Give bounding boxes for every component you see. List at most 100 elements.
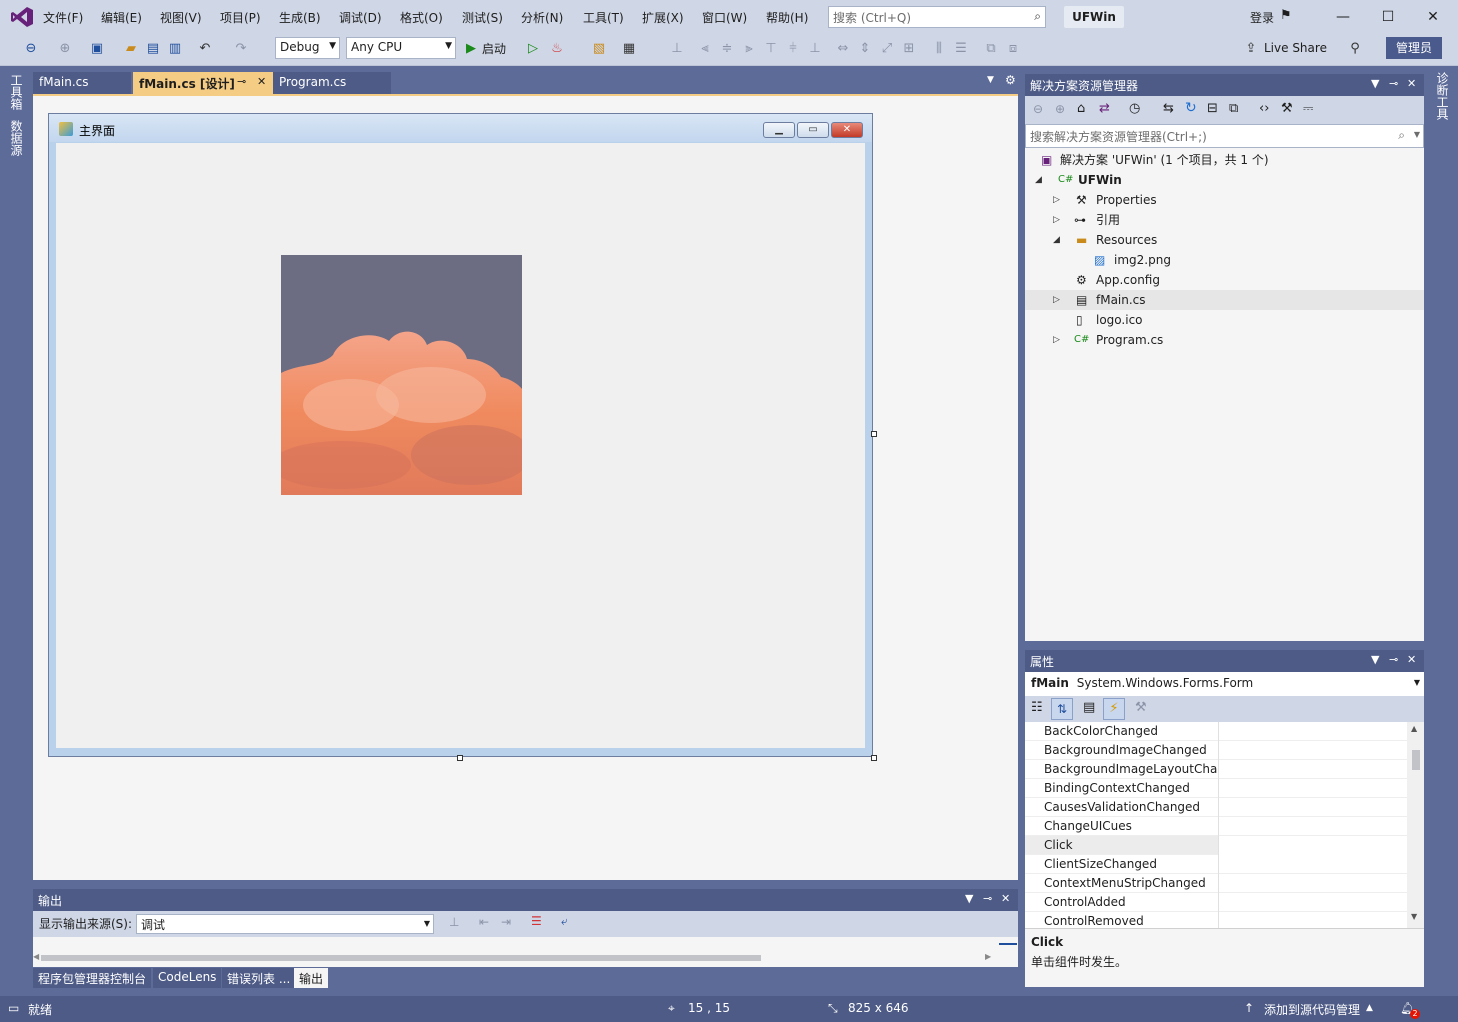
sync-icon[interactable]: ⇆	[1163, 101, 1174, 116]
horizontal-scrollbar-thumb[interactable]	[41, 955, 761, 961]
align-left-icon[interactable]: ⫷	[696, 40, 714, 58]
make-same-height-icon[interactable]: ⇕	[856, 40, 874, 58]
align-bottom-icon[interactable]: ⊥	[806, 40, 824, 58]
collapse-arrow-icon[interactable]: ◢	[1035, 170, 1042, 190]
minimize-icon[interactable]: —	[1328, 5, 1358, 29]
scroll-left-icon[interactable]: ◀	[33, 952, 39, 961]
tab-fmain-designer[interactable]: fMain.cs [设计] ⊸ ✕	[133, 72, 273, 94]
preview-icon[interactable]: ⎓	[1303, 101, 1313, 116]
tree-item-resources[interactable]: ◢ ▬ Resources	[1025, 230, 1424, 250]
event-value[interactable]	[1218, 912, 1407, 928]
tab-error-list[interactable]: 错误列表 ...	[222, 968, 296, 988]
feedback-icon[interactable]: ⚑	[1280, 8, 1292, 23]
tab-codelens[interactable]: CodeLens	[153, 968, 222, 988]
tree-item-img2[interactable]: ▨ img2.png	[1025, 250, 1424, 270]
bring-to-front-icon[interactable]: ⧉	[982, 40, 1000, 58]
home-icon[interactable]: ⌂	[1077, 101, 1085, 116]
live-share-button[interactable]: Live Share	[1264, 41, 1327, 55]
event-row[interactable]: BindingContextChanged	[1025, 779, 1407, 798]
close-tab-icon[interactable]: ✕	[257, 75, 266, 88]
menu-edit[interactable]: 编辑(E)	[101, 9, 142, 26]
alphabetical-icon[interactable]: ⇅	[1051, 698, 1073, 720]
event-value[interactable]	[1218, 760, 1407, 779]
chevron-down-icon[interactable]: ▼	[1414, 678, 1420, 687]
solution-explorer-icon[interactable]: ▧	[590, 40, 608, 58]
settings-gear-icon[interactable]: ⚙	[1005, 73, 1016, 87]
panel-dropdown-icon[interactable]: ▼	[1371, 77, 1379, 90]
align-right-icon[interactable]: ⫸	[740, 40, 758, 58]
event-value[interactable]	[1218, 855, 1407, 874]
align-middle-icon[interactable]: ⫩	[784, 40, 802, 58]
expand-arrow-icon[interactable]: ▷	[1053, 190, 1060, 210]
menu-analyze[interactable]: 分析(N)	[521, 9, 563, 26]
events-lightning-icon[interactable]: ⚡	[1103, 698, 1125, 720]
send-to-back-icon[interactable]: ⧈	[1004, 40, 1022, 58]
open-file-icon[interactable]: ▰	[122, 40, 140, 58]
menu-test[interactable]: 测试(S)	[462, 9, 503, 26]
start-without-debugging-icon[interactable]: ▷	[524, 40, 542, 58]
menu-project[interactable]: 项目(P)	[220, 9, 261, 26]
start-button[interactable]: 启动	[482, 40, 506, 57]
event-value[interactable]	[1218, 779, 1407, 798]
scrollbar-thumb[interactable]	[1412, 750, 1420, 770]
event-row[interactable]: ControlRemoved	[1025, 912, 1407, 928]
back-icon[interactable]: ⊖	[22, 40, 40, 58]
toolbox-tab[interactable]: 工具箱	[8, 74, 25, 110]
previous-message-icon[interactable]: ⇤	[479, 915, 489, 929]
align-center-icon[interactable]: ≑	[718, 40, 736, 58]
object-selector[interactable]: fMain System.Windows.Forms.Form ▼	[1025, 672, 1424, 696]
diagnostic-tools-tab[interactable]: 诊断工具	[1434, 72, 1451, 120]
properties-wrench-icon[interactable]: ⚒	[1281, 101, 1293, 116]
menu-help[interactable]: 帮助(H)	[766, 9, 808, 26]
properties-scrollbar[interactable]: ▲ ▼	[1407, 722, 1424, 928]
data-sources-tab[interactable]: 数据源	[8, 120, 25, 156]
maximize-icon[interactable]: ☐	[1373, 5, 1403, 29]
panel-dropdown-icon[interactable]: ▼	[965, 892, 973, 905]
menu-file[interactable]: 文件(F)	[43, 9, 83, 26]
event-row[interactable]: ClientSizeChanged	[1025, 855, 1407, 874]
tree-item-project[interactable]: ◢ C# UFWin	[1025, 170, 1424, 190]
make-same-size-icon[interactable]: ⤢	[878, 40, 896, 58]
platform-select[interactable]: Any CPU ▼	[346, 37, 456, 59]
vertical-spacing-icon[interactable]: ☰	[952, 40, 970, 58]
collapse-arrow-icon[interactable]: ◢	[1053, 230, 1060, 250]
make-same-width-icon[interactable]: ⇔	[834, 40, 852, 58]
clear-all-icon[interactable]: ☰	[531, 914, 542, 928]
forward-icon[interactable]: ⊕	[56, 40, 74, 58]
scroll-down-icon[interactable]: ▼	[1411, 912, 1417, 921]
properties-view-icon[interactable]: ▤	[1083, 700, 1095, 715]
align-top-icon[interactable]: ⊤	[762, 40, 780, 58]
close-icon[interactable]: ✕	[1407, 77, 1416, 90]
refresh-icon[interactable]: ↻	[1185, 100, 1197, 116]
new-project-icon[interactable]: ▣	[88, 40, 106, 58]
pin-icon[interactable]: ⊸	[237, 75, 246, 88]
tab-output[interactable]: 输出	[294, 968, 329, 988]
chevron-down-icon[interactable]: ▼	[1414, 130, 1420, 139]
admin-badge[interactable]: 管理员	[1386, 37, 1442, 59]
view-code-icon[interactable]: ‹›	[1259, 101, 1269, 116]
menu-tools[interactable]: 工具(T)	[583, 9, 624, 26]
close-icon[interactable]: ✕	[1407, 653, 1416, 666]
tree-item-app-config[interactable]: ⚙ App.config	[1025, 270, 1424, 290]
event-row[interactable]: ControlAdded	[1025, 893, 1407, 912]
add-to-source-control-button[interactable]: 添加到源代码管理	[1264, 1001, 1360, 1018]
event-row[interactable]: BackColorChanged	[1025, 722, 1407, 741]
collapse-all-icon[interactable]: ⊟	[1207, 101, 1218, 116]
form-client-area[interactable]	[56, 143, 865, 748]
tree-item-solution[interactable]: ▣ 解决方案 'UFWin' (1 个项目，共 1 个)	[1025, 150, 1424, 170]
tree-item-program[interactable]: ▷ C# Program.cs	[1025, 330, 1424, 350]
tab-package-manager-console[interactable]: 程序包管理器控制台	[33, 968, 152, 988]
pin-icon[interactable]: ⊸	[983, 892, 992, 905]
event-value[interactable]	[1218, 798, 1407, 817]
layout-icon[interactable]: ▦	[620, 40, 638, 58]
sign-in-link[interactable]: 登录	[1250, 9, 1274, 26]
horizontal-spacing-icon[interactable]: ⫼	[930, 40, 948, 58]
resize-handle-corner[interactable]	[871, 755, 877, 761]
preview-features-icon[interactable]: ⚲	[1346, 40, 1364, 58]
back-icon[interactable]: ⊖	[1033, 102, 1043, 116]
find-message-icon[interactable]: ⊥	[449, 915, 459, 929]
chevron-up-icon[interactable]: ▲	[1366, 1003, 1373, 1013]
configuration-select[interactable]: Debug ▼	[275, 37, 340, 59]
output-content[interactable]: ◀ ▶	[33, 937, 1018, 967]
tab-program-cs[interactable]: Program.cs	[273, 72, 391, 94]
